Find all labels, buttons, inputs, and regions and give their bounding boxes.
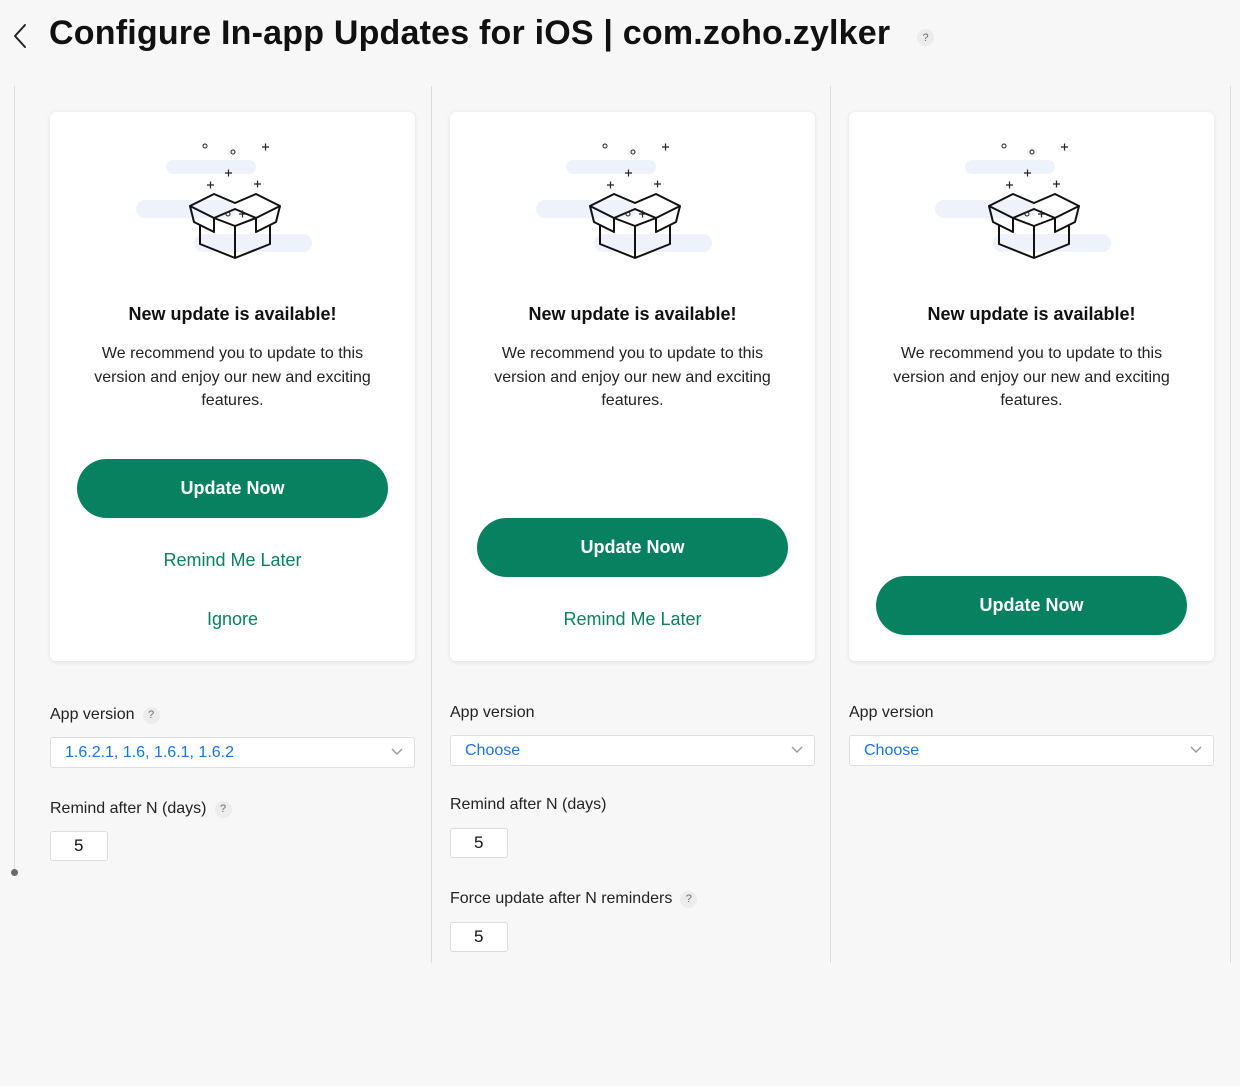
card-title: New update is available! <box>927 304 1136 324</box>
app-version-label-text: App version <box>450 704 535 721</box>
ignore-button[interactable]: Ignore <box>50 609 415 630</box>
app-version-label: App version <box>849 704 934 722</box>
question-icon[interactable]: ? <box>142 706 160 724</box>
question-icon[interactable]: ? <box>917 29 934 46</box>
chevron-down-icon <box>1190 746 1202 753</box>
divider-left <box>14 86 15 872</box>
app-version-value: 1.6.2.1, 1.6, 1.6.1, 1.6.2 <box>65 743 235 761</box>
gift-box-illustration <box>935 143 1111 259</box>
app-version-label-text: App version <box>849 704 934 721</box>
remind-days-label-text: Remind after N (days) <box>450 796 607 813</box>
page-title: Configure In-app Updates for iOS | com.z… <box>49 14 891 52</box>
gift-box-illustration <box>536 143 712 259</box>
app-version-label: App version ? <box>50 706 160 724</box>
divider-3 <box>1230 86 1231 963</box>
preview-column-2: New update is available! We recommend yo… <box>450 112 815 952</box>
app-version-value: Choose <box>465 741 521 759</box>
card-description: We recommend you to update to this versi… <box>893 345 1170 409</box>
chevron-left-icon <box>14 24 26 48</box>
remind-me-later-button[interactable]: Remind Me Later <box>50 550 415 571</box>
force-update-label-text: Force update after N reminders <box>450 890 673 907</box>
card-title: New update is available! <box>528 304 737 324</box>
preview-column-1: New update is available! We recommend yo… <box>50 112 415 861</box>
divider-1 <box>431 86 432 963</box>
update-preview-card: New update is available! We recommend yo… <box>450 112 815 661</box>
app-version-select[interactable]: Choose <box>450 735 815 766</box>
force-update-label: Force update after N reminders ? <box>450 890 698 908</box>
remind-days-input[interactable]: 5 <box>450 828 508 858</box>
app-version-label: App version <box>450 704 535 722</box>
card-description: We recommend you to update to this versi… <box>94 345 371 409</box>
card-title: New update is available! <box>128 304 337 324</box>
chevron-down-icon <box>791 746 803 753</box>
app-version-label-text: App version <box>50 706 135 723</box>
app-version-select[interactable]: 1.6.2.1, 1.6, 1.6.1, 1.6.2 <box>50 737 415 768</box>
page-header: Configure In-app Updates for iOS | com.z… <box>0 0 1240 72</box>
footer-area <box>0 963 1240 1086</box>
preview-column-3: New update is available! We recommend yo… <box>849 112 1214 766</box>
divider-2 <box>830 86 831 963</box>
remind-days-input[interactable]: 5 <box>50 831 108 861</box>
remind-days-label-text: Remind after N (days) <box>50 800 207 817</box>
force-update-input[interactable]: 5 <box>450 922 508 952</box>
app-version-select[interactable]: Choose <box>849 735 1214 766</box>
chevron-down-icon <box>391 748 403 755</box>
app-version-value: Choose <box>864 741 920 759</box>
remind-me-later-button[interactable]: Remind Me Later <box>450 609 815 630</box>
update-now-button[interactable]: Update Now <box>77 459 388 518</box>
question-icon[interactable]: ? <box>680 890 698 908</box>
timeline-dot <box>11 869 18 876</box>
update-preview-card: New update is available! We recommend yo… <box>849 112 1214 661</box>
update-preview-card: New update is available! We recommend yo… <box>50 112 415 661</box>
gift-box-illustration <box>136 143 312 259</box>
update-now-button[interactable]: Update Now <box>477 518 788 577</box>
remind-days-label: Remind after N (days) <box>450 796 607 814</box>
card-description: We recommend you to update to this versi… <box>494 345 771 409</box>
back-button[interactable] <box>8 20 32 52</box>
question-icon[interactable]: ? <box>214 800 232 818</box>
update-now-button[interactable]: Update Now <box>876 576 1187 635</box>
remind-days-label: Remind after N (days) ? <box>50 800 232 818</box>
